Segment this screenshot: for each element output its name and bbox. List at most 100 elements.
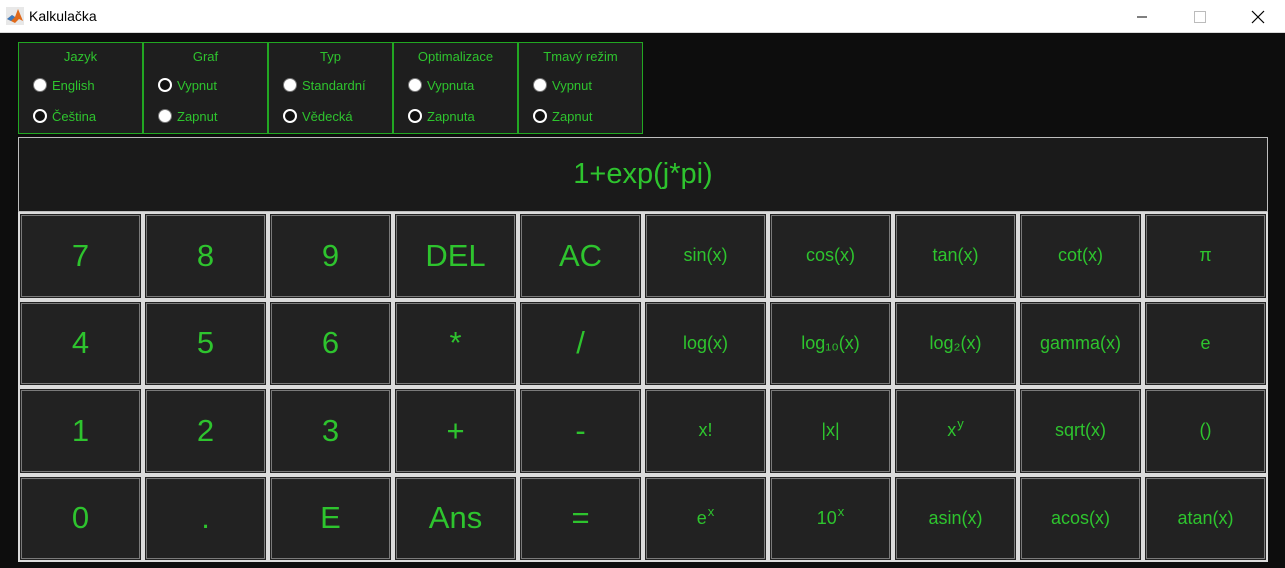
key-2[interactable]: 2: [143, 387, 268, 475]
expression-display[interactable]: 1+exp(j*pi): [18, 137, 1268, 212]
expression-text: 1+exp(j*pi): [573, 158, 713, 190]
clear-all-button[interactable]: AC: [518, 212, 643, 300]
radio-selected-icon: [158, 109, 172, 123]
minimize-button[interactable]: [1119, 0, 1165, 33]
group-title: Tmavý režim: [543, 49, 618, 64]
maximize-icon: [1194, 10, 1206, 23]
radio-label: Vypnut: [552, 77, 592, 93]
radio-selected-icon: [33, 78, 47, 92]
radio-selected-icon: [533, 78, 547, 92]
minus-button[interactable]: -: [518, 387, 643, 475]
title-bar: Kalkulačka: [0, 0, 1285, 33]
key-3[interactable]: 3: [268, 387, 393, 475]
radio-graph-on[interactable]: Zapnut: [158, 108, 217, 124]
power-base: x: [947, 420, 957, 441]
key-4[interactable]: 4: [18, 299, 143, 387]
radio-unselected-icon: [408, 109, 422, 123]
log10-button[interactable]: log₁₀(x): [768, 299, 893, 387]
minimize-icon: [1137, 16, 1147, 17]
language-group: Jazyk English Čeština: [18, 42, 143, 134]
delete-button[interactable]: DEL: [393, 212, 518, 300]
exp-base: e: [696, 507, 707, 528]
decimal-point-button[interactable]: .: [143, 474, 268, 562]
radio-selected-icon: [408, 78, 422, 92]
radio-selected-icon: [283, 78, 297, 92]
radio-scientific[interactable]: Vědecká: [283, 108, 353, 124]
radio-label: Vědecká: [302, 108, 353, 124]
exponent-e-button[interactable]: E: [268, 474, 393, 562]
tan-button[interactable]: tan(x): [893, 212, 1018, 300]
exp-exponent: x: [707, 503, 715, 519]
radio-unselected-icon: [283, 109, 297, 123]
group-title: Graf: [192, 49, 219, 64]
multiply-button[interactable]: *: [393, 299, 518, 387]
close-icon: [1251, 10, 1265, 23]
radio-english[interactable]: English: [33, 77, 95, 93]
radio-label: Vypnuta: [427, 77, 475, 93]
plus-button[interactable]: +: [393, 387, 518, 475]
power-exponent: y: [957, 416, 964, 432]
matlab-app-icon: [6, 7, 24, 25]
group-title: Typ: [320, 49, 341, 64]
window-title: Kalkulačka: [29, 8, 97, 24]
power-button[interactable]: xy: [893, 387, 1018, 475]
radio-label: Standardní: [302, 77, 366, 93]
key-9[interactable]: 9: [268, 212, 393, 300]
key-5[interactable]: 5: [143, 299, 268, 387]
radio-label: Vypnut: [177, 77, 217, 93]
equals-button[interactable]: =: [518, 474, 643, 562]
acos-button[interactable]: acos(x): [1018, 474, 1143, 562]
cos-button[interactable]: cos(x): [768, 212, 893, 300]
dark-mode-group: Tmavý režim Vypnut Zapnut: [518, 42, 643, 134]
sin-button[interactable]: sin(x): [643, 212, 768, 300]
radio-graph-off[interactable]: Vypnut: [158, 77, 217, 93]
graph-group: Graf Vypnut Zapnut: [143, 42, 268, 134]
log2-button[interactable]: log₂(x): [893, 299, 1018, 387]
key-8[interactable]: 8: [143, 212, 268, 300]
group-title: Jazyk: [63, 49, 98, 64]
log-button[interactable]: log(x): [643, 299, 768, 387]
gamma-button[interactable]: gamma(x): [1018, 299, 1143, 387]
ans-button[interactable]: Ans: [393, 474, 518, 562]
factorial-button[interactable]: x!: [643, 387, 768, 475]
pi-button[interactable]: π: [1143, 212, 1268, 300]
radio-dark-mode-off[interactable]: Vypnut: [533, 77, 592, 93]
radio-dark-mode-on[interactable]: Zapnut: [533, 108, 592, 124]
type-group: Typ Standardní Vědecká: [268, 42, 393, 134]
cot-button[interactable]: cot(x): [1018, 212, 1143, 300]
ten-power-base: 10: [816, 507, 837, 528]
group-title: Optimalizace: [417, 49, 494, 64]
radio-unselected-icon: [533, 109, 547, 123]
parentheses-button[interactable]: (): [1143, 387, 1268, 475]
ten-power-exponent: x: [837, 503, 845, 519]
radio-unselected-icon: [33, 109, 47, 123]
radio-label: Zapnut: [552, 108, 593, 124]
key-0[interactable]: 0: [18, 474, 143, 562]
abs-button[interactable]: |x|: [768, 387, 893, 475]
settings-panel: Jazyk English Čeština Graf Vypnut Zapnut…: [18, 42, 643, 134]
radio-optimization-off[interactable]: Vypnuta: [408, 77, 474, 93]
exp-button[interactable]: ex: [643, 474, 768, 562]
close-button[interactable]: [1235, 0, 1281, 33]
ten-power-button[interactable]: 10 x: [768, 474, 893, 562]
radio-czech[interactable]: Čeština: [33, 108, 96, 124]
key-1[interactable]: 1: [18, 387, 143, 475]
maximize-button[interactable]: [1177, 0, 1223, 33]
key-7[interactable]: 7: [18, 212, 143, 300]
sqrt-button[interactable]: sqrt(x): [1018, 387, 1143, 475]
radio-standard[interactable]: Standardní: [283, 77, 366, 93]
e-constant-button[interactable]: e: [1143, 299, 1268, 387]
radio-optimization-on[interactable]: Zapnuta: [408, 108, 475, 124]
radio-label: Čeština: [52, 108, 97, 124]
calculator-body: Jazyk English Čeština Graf Vypnut Zapnut…: [0, 33, 1285, 568]
radio-unselected-icon: [158, 78, 172, 92]
asin-button[interactable]: asin(x): [893, 474, 1018, 562]
radio-label: Zapnut: [177, 108, 218, 124]
keypad: 7 8 9 DEL AC sin(x) cos(x) tan(x) cot(x)…: [18, 212, 1268, 562]
divide-button[interactable]: /: [518, 299, 643, 387]
optimization-group: Optimalizace Vypnuta Zapnuta: [393, 42, 518, 134]
radio-label: Zapnuta: [427, 108, 475, 124]
key-6[interactable]: 6: [268, 299, 393, 387]
radio-label: English: [52, 77, 95, 93]
atan-button[interactable]: atan(x): [1143, 474, 1268, 562]
